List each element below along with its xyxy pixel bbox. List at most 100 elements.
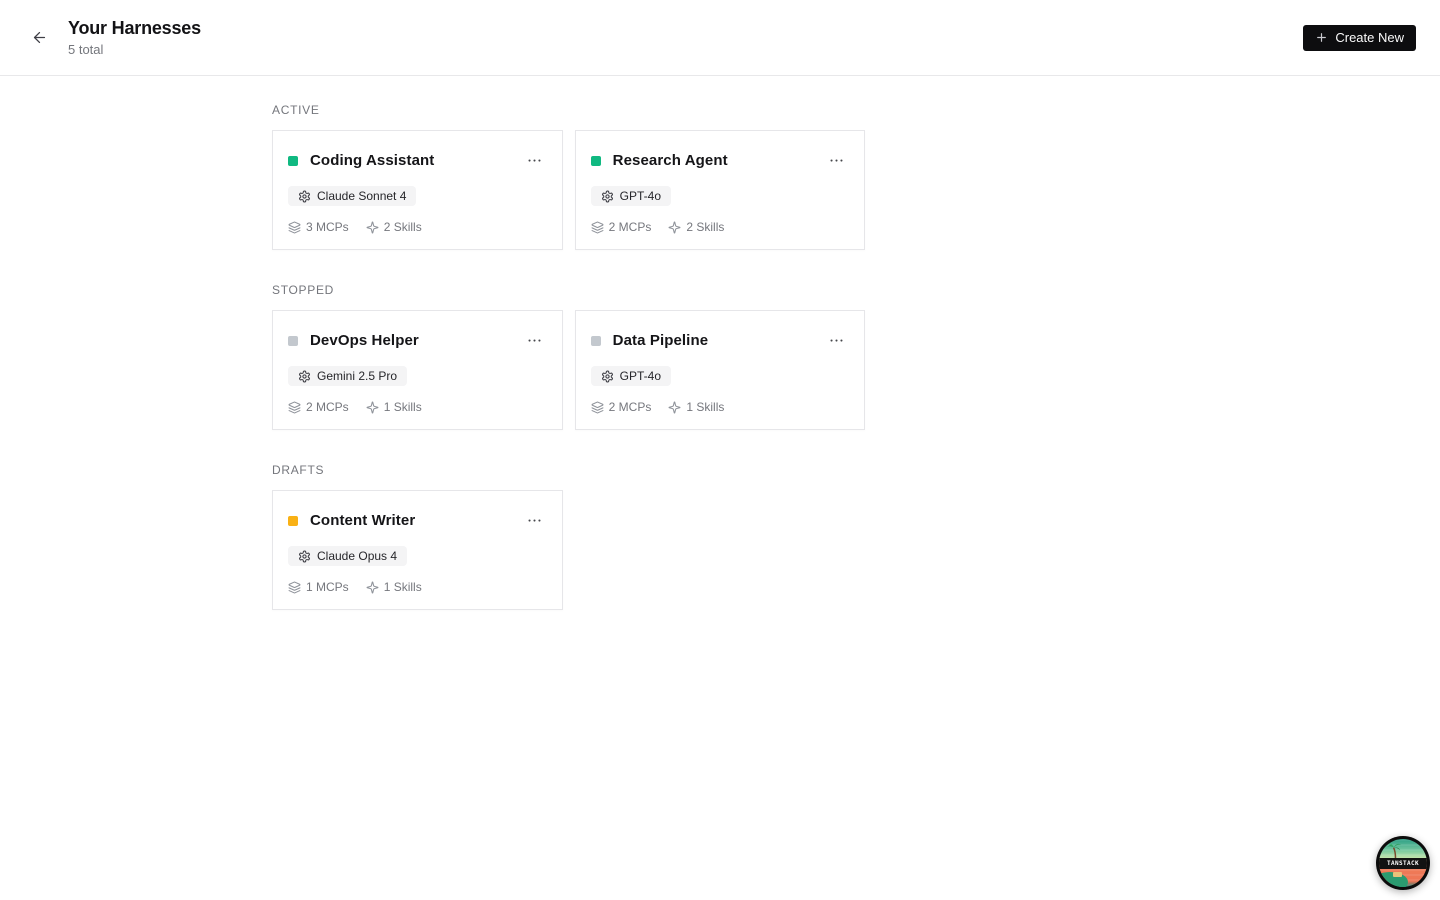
card-head: Content Writer [288, 510, 547, 531]
mcps-count: 2 MCPs [306, 400, 349, 414]
skills-count: 2 Skills [686, 220, 724, 234]
layers-icon [591, 221, 604, 234]
section-label: DRAFTS [272, 463, 1168, 477]
create-new-button[interactable]: Create New [1303, 25, 1416, 51]
cards-grid: DevOps Helper Gemini 2.5 Pro 2 MCPs [272, 310, 1168, 430]
card-head: Research Agent [591, 150, 850, 171]
model-name: Claude Sonnet 4 [317, 189, 406, 203]
harness-card-devops-helper[interactable]: DevOps Helper Gemini 2.5 Pro 2 MCPs [272, 310, 563, 430]
sparkle-icon [366, 581, 379, 594]
mcps-count: 1 MCPs [306, 580, 349, 594]
create-new-label: Create New [1335, 30, 1404, 45]
status-indicator [288, 336, 298, 346]
more-horizontal-icon [526, 152, 543, 169]
harness-card-research-agent[interactable]: Research Agent GPT-4o 2 MCPs [575, 130, 866, 250]
mcps-count: 2 MCPs [609, 220, 652, 234]
sparkle-icon [366, 221, 379, 234]
gear-icon [298, 550, 311, 563]
back-button[interactable] [24, 23, 54, 53]
card-menu-button[interactable] [524, 330, 545, 351]
gear-icon [601, 370, 614, 383]
skills-meta: 1 Skills [366, 580, 422, 594]
cards-grid: Content Writer Claude Opus 4 1 MCPs [272, 490, 1168, 610]
section-active: ACTIVE Coding Assistant Claude Sonnet 4 [272, 103, 1168, 250]
section-drafts: DRAFTS Content Writer Claude Opus 4 [272, 463, 1168, 610]
sparkle-icon [668, 221, 681, 234]
mcps-meta: 2 MCPs [288, 400, 349, 414]
model-name: GPT-4o [620, 189, 661, 203]
cards-grid: Coding Assistant Claude Sonnet 4 3 MCPs [272, 130, 1168, 250]
harness-title: Research Agent [613, 152, 815, 169]
mcps-meta: 2 MCPs [591, 220, 652, 234]
mcps-count: 2 MCPs [609, 400, 652, 414]
more-horizontal-icon [828, 152, 845, 169]
mcps-meta: 3 MCPs [288, 220, 349, 234]
model-badge: Gemini 2.5 Pro [288, 366, 407, 386]
layers-icon [288, 221, 301, 234]
page-title: Your Harnesses [68, 18, 201, 39]
harness-title: Coding Assistant [310, 152, 512, 169]
layers-icon [288, 401, 301, 414]
mcps-count: 3 MCPs [306, 220, 349, 234]
card-head: DevOps Helper [288, 330, 547, 351]
tanstack-devtools-button[interactable]: TANSTACK [1376, 836, 1430, 890]
model-badge: Claude Sonnet 4 [288, 186, 416, 206]
section-label: ACTIVE [272, 103, 1168, 117]
status-indicator [591, 336, 601, 346]
harness-title: Data Pipeline [613, 332, 815, 349]
model-badge: GPT-4o [591, 366, 671, 386]
card-head: Data Pipeline [591, 330, 850, 351]
sparkle-icon [668, 401, 681, 414]
card-meta: 2 MCPs 1 Skills [288, 400, 547, 414]
model-badge: Claude Opus 4 [288, 546, 407, 566]
harness-card-content-writer[interactable]: Content Writer Claude Opus 4 1 MCPs [272, 490, 563, 610]
card-menu-button[interactable] [826, 150, 847, 171]
skills-meta: 1 Skills [366, 400, 422, 414]
section-stopped: STOPPED DevOps Helper Gemini 2.5 Pro [272, 283, 1168, 430]
card-meta: 1 MCPs 1 Skills [288, 580, 547, 594]
status-indicator [288, 156, 298, 166]
section-label: STOPPED [272, 283, 1168, 297]
model-name: Gemini 2.5 Pro [317, 369, 397, 383]
more-horizontal-icon [526, 512, 543, 529]
harness-title: DevOps Helper [310, 332, 512, 349]
layers-icon [591, 401, 604, 414]
plus-icon [1315, 31, 1328, 44]
more-horizontal-icon [526, 332, 543, 349]
page-subtitle: 5 total [68, 42, 201, 57]
skills-count: 1 Skills [384, 580, 422, 594]
page-header: Your Harnesses 5 total Create New [0, 0, 1440, 76]
skills-count: 1 Skills [686, 400, 724, 414]
card-head: Coding Assistant [288, 150, 547, 171]
card-menu-button[interactable] [826, 330, 847, 351]
more-horizontal-icon [828, 332, 845, 349]
status-indicator [591, 156, 601, 166]
skills-meta: 1 Skills [668, 400, 724, 414]
gear-icon [298, 370, 311, 383]
card-menu-button[interactable] [524, 150, 545, 171]
card-menu-button[interactable] [524, 510, 545, 531]
harness-card-data-pipeline[interactable]: Data Pipeline GPT-4o 2 MCPs [575, 310, 866, 430]
skills-count: 1 Skills [384, 400, 422, 414]
skills-count: 2 Skills [384, 220, 422, 234]
harness-card-coding-assistant[interactable]: Coding Assistant Claude Sonnet 4 3 MCPs [272, 130, 563, 250]
mcps-meta: 1 MCPs [288, 580, 349, 594]
card-meta: 3 MCPs 2 Skills [288, 220, 547, 234]
tanstack-hut [1393, 872, 1402, 877]
model-badge: GPT-4o [591, 186, 671, 206]
header-titles: Your Harnesses 5 total [68, 18, 201, 57]
harness-title: Content Writer [310, 512, 512, 529]
gear-icon [298, 190, 311, 203]
palm-tree-icon [1386, 842, 1405, 859]
model-name: Claude Opus 4 [317, 549, 397, 563]
tanstack-label: TANSTACK [1379, 858, 1427, 869]
skills-meta: 2 Skills [366, 220, 422, 234]
tanstack-logo: TANSTACK [1379, 839, 1427, 887]
arrow-left-icon [31, 29, 48, 46]
status-indicator [288, 516, 298, 526]
harness-list: ACTIVE Coding Assistant Claude Sonnet 4 [272, 76, 1168, 610]
sparkle-icon [366, 401, 379, 414]
skills-meta: 2 Skills [668, 220, 724, 234]
layers-icon [288, 581, 301, 594]
mcps-meta: 2 MCPs [591, 400, 652, 414]
